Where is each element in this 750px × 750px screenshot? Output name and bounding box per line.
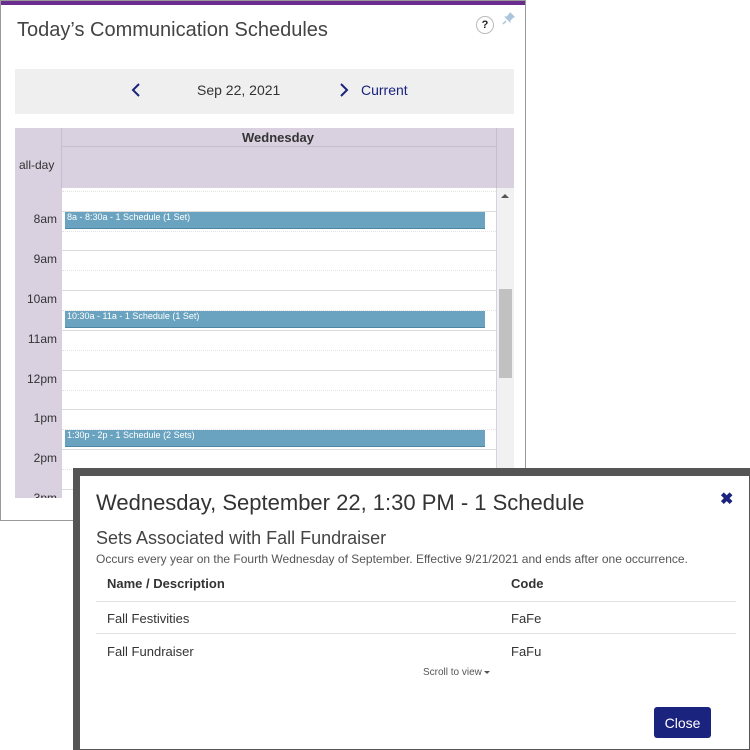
- hour-label: 11am: [27, 332, 57, 346]
- divider: [61, 146, 496, 147]
- row-code: FaFu: [511, 644, 542, 659]
- slot-line: [62, 390, 496, 391]
- close-icon[interactable]: ✖: [720, 489, 733, 509]
- slot-line: [62, 350, 496, 351]
- slot-line: [62, 191, 496, 192]
- allday-label: all-day: [19, 158, 55, 172]
- caret-down-icon: [483, 670, 490, 674]
- hour-label: 12pm: [26, 372, 57, 386]
- chevron-left-icon[interactable]: [127, 80, 147, 100]
- day-calendar: Wednesday all-day 8am 9am 10am 11am 12pm…: [15, 128, 514, 498]
- column-header-name: Name / Description: [107, 576, 225, 591]
- current-link[interactable]: Current: [361, 82, 408, 98]
- chevron-right-icon[interactable]: [333, 80, 353, 100]
- day-header: Wednesday: [241, 130, 314, 145]
- calendar-event[interactable]: 1:30p - 2p - 1 Schedule (2 Sets): [65, 430, 485, 447]
- scroll-hint-label: Scroll to view: [423, 667, 482, 678]
- column-header-code: Code: [511, 576, 544, 591]
- close-button[interactable]: Close: [654, 707, 711, 738]
- hour-label: 1pm: [33, 411, 57, 425]
- slot-line: [62, 330, 496, 331]
- divider: [61, 128, 62, 188]
- schedule-panel: Today’s Communication Schedules ? Sep 22…: [0, 0, 526, 521]
- dialog-subtitle: Sets Associated with Fall Fundraiser: [96, 528, 387, 548]
- hour-label: 3pm: [33, 491, 57, 498]
- calendar-scrollbar[interactable]: [497, 188, 514, 498]
- calendar-event[interactable]: 10:30a - 11a - 1 Schedule (1 Set): [65, 311, 485, 328]
- slot-line: [62, 270, 496, 271]
- calendar-event[interactable]: 8a - 8:30a - 1 Schedule (1 Set): [65, 212, 485, 229]
- row-code: FaFe: [511, 611, 542, 626]
- slot-line: [62, 409, 496, 410]
- hour-label: 8am: [33, 212, 57, 226]
- scroll-up-icon[interactable]: [501, 194, 509, 198]
- date-navigation: Sep 22, 2021 Current: [15, 69, 514, 114]
- time-grid: 8am 9am 10am 11am 12pm 1pm 2pm 3pm 8a - …: [15, 188, 514, 498]
- slot-line: [62, 449, 496, 450]
- time-gutter: 8am 9am 10am 11am 12pm 1pm 2pm 3pm: [15, 188, 61, 498]
- slot-line: [62, 231, 496, 232]
- pin-icon[interactable]: [502, 11, 516, 25]
- divider: [496, 128, 497, 188]
- scroll-hint[interactable]: Scroll to view: [423, 667, 490, 678]
- slot-line: [62, 370, 496, 371]
- time-slots[interactable]: 8a - 8:30a - 1 Schedule (1 Set) 10:30a -…: [62, 188, 496, 498]
- row-name: Fall Festivities: [107, 611, 190, 626]
- hour-label: 9am: [33, 252, 57, 266]
- help-icon[interactable]: ?: [476, 16, 494, 34]
- slot-line: [62, 290, 496, 291]
- panel-accent-bar: [1, 1, 525, 5]
- schedule-dialog: Wednesday, September 22, 1:30 PM - 1 Sch…: [79, 475, 750, 750]
- row-divider: [96, 601, 736, 602]
- slot-line: [62, 250, 496, 251]
- current-date: Sep 22, 2021: [197, 82, 281, 98]
- scrollbar-thumb[interactable]: [499, 289, 512, 378]
- row-name: Fall Fundraiser: [107, 644, 194, 659]
- dialog-title: Wednesday, September 22, 1:30 PM - 1 Sch…: [96, 490, 585, 515]
- hour-label: 2pm: [33, 451, 57, 465]
- row-divider: [96, 633, 736, 634]
- hour-label: 10am: [26, 292, 57, 306]
- panel-title: Today’s Communication Schedules: [17, 19, 328, 41]
- recurrence-description: Occurs every year on the Fourth Wednesda…: [96, 552, 688, 566]
